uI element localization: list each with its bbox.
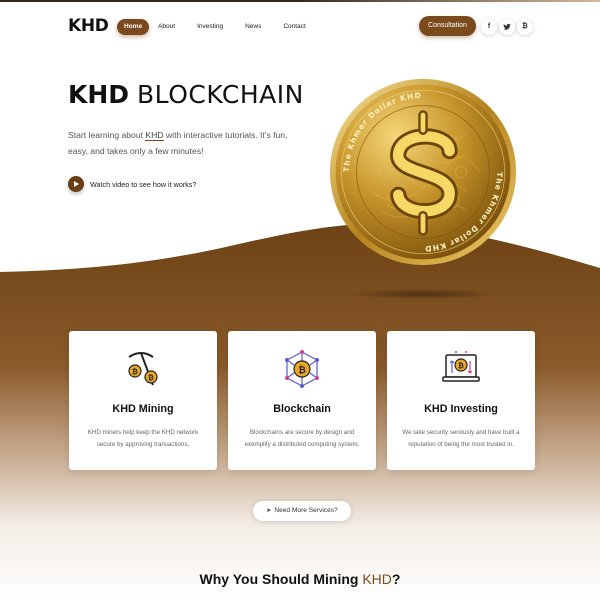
svg-text:₿: ₿ <box>148 374 154 382</box>
service-title: Blockchain <box>273 403 331 415</box>
facebook-icon[interactable]: f <box>481 19 497 35</box>
why-mining-heading: Why You Should Mining KHD? <box>0 571 600 587</box>
hero-title-bold: KHD <box>68 80 130 109</box>
khd-gold-coin: The Khmer Dollar KHD The Khmer Dollar KH… <box>329 78 517 266</box>
svg-text:₿: ₿ <box>132 368 138 376</box>
play-icon[interactable] <box>68 176 84 192</box>
hero-description: Start learning about KHD with interactiv… <box>68 127 298 159</box>
hero-desc-start: Start learning about <box>68 130 146 140</box>
why-heading-start: Why You Should Mining <box>199 571 363 587</box>
blockchain-network-icon: ₿ <box>285 350 319 388</box>
why-heading-highlight: KHD <box>362 571 392 587</box>
svg-text:₿: ₿ <box>298 365 305 376</box>
service-card-mining[interactable]: ₿ ₿ KHD Mining KHD miners help keep the … <box>69 331 217 470</box>
nav-item-contact[interactable]: Contact <box>283 19 305 35</box>
svg-text:₿: ₿ <box>458 362 464 370</box>
nav-item-home[interactable]: Home <box>117 19 150 35</box>
site-header: KHD Home About Investing News Contact Co… <box>0 2 600 50</box>
nav-item-investing[interactable]: Investing <box>197 19 223 35</box>
service-text: KHD miners help keep the KHD network sec… <box>87 429 199 448</box>
logo[interactable]: KHD <box>68 16 109 36</box>
main-nav: Home About Investing News Contact <box>117 19 328 35</box>
hero-desc-highlight: KHD <box>145 130 164 141</box>
service-text: We take security seriously and have buil… <box>402 429 520 448</box>
watch-video-link[interactable]: Watch video to see how it works? <box>68 176 196 192</box>
need-more-services-label: Need More Services? <box>274 507 338 514</box>
coin-shadow <box>350 289 496 299</box>
bitcoin-icon[interactable]: ₿ <box>517 19 533 35</box>
nav-item-about[interactable]: About <box>158 19 175 35</box>
investing-laptop-icon: ₿ <box>442 351 480 382</box>
watch-video-label[interactable]: Watch video to see how it works? <box>90 180 196 189</box>
hero-title: KHD BLOCKCHAIN <box>68 80 304 109</box>
need-more-services-button[interactable]: ➤ Need More Services? <box>253 501 351 521</box>
service-title: KHD Mining <box>112 403 174 415</box>
hero-title-light: BLOCKCHAIN <box>137 80 304 109</box>
twitter-icon[interactable] <box>499 19 515 35</box>
consultation-button[interactable]: Consultation <box>419 16 476 36</box>
service-card-investing[interactable]: ₿ KHD Investing We take security serious… <box>387 331 535 470</box>
service-title: KHD Investing <box>424 403 498 415</box>
why-heading-end: ? <box>391 571 401 587</box>
service-text: Blockchains are secure by design and exe… <box>244 429 360 448</box>
navigation-arrow-icon: ➤ <box>266 508 272 514</box>
service-card-blockchain[interactable]: ₿ Blockchain Blockchains are secure by d… <box>228 331 376 470</box>
nav-item-news[interactable]: News <box>245 19 261 35</box>
mining-pickaxe-icon: ₿ ₿ <box>128 352 158 386</box>
